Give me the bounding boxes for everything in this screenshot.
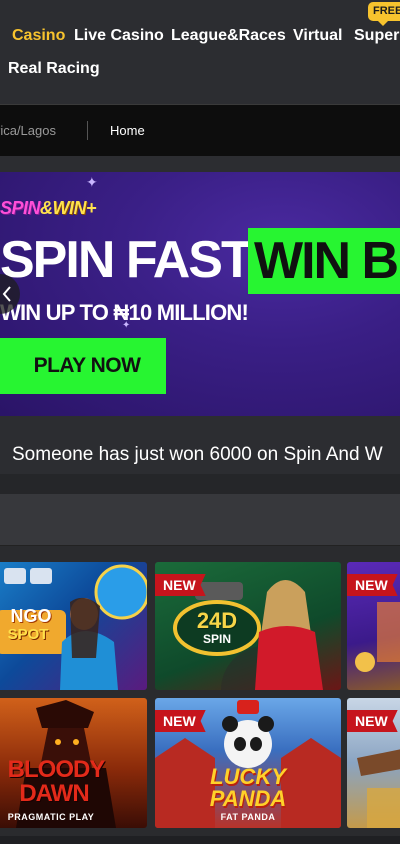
new-badge: NEW — [155, 710, 206, 732]
game-grid: NGO SPOT NEW 24D SPIN NEW BLOODY DAWN PR… — [0, 546, 400, 844]
nav-item-virtual[interactable]: Virtual — [293, 27, 343, 45]
nav-item-live-casino[interactable]: Live Casino — [74, 27, 164, 45]
banner-headline: SPIN FAST, — [0, 231, 259, 289]
new-badge: NEW — [347, 574, 398, 596]
free-badge: FREE — [368, 2, 400, 26]
game-tile[interactable]: NEW LUCKY PANDA FAT PANDA — [155, 698, 341, 828]
game-tile[interactable]: NEW 24D SPIN — [155, 562, 341, 690]
game-provider: PRAGMATIC PLAY — [7, 812, 95, 822]
game-title: PANDA — [209, 786, 287, 811]
nav-item-super[interactable]: Super — [354, 27, 399, 45]
nav-item-casino[interactable]: Casino — [12, 27, 65, 45]
breadcrumb: rica/Lagos Home — [0, 104, 400, 156]
banner-headline-highlight: WIN BI — [248, 228, 400, 294]
game-title: SPOT — [7, 626, 49, 643]
game-title: SPIN — [202, 632, 231, 646]
game-title: NGO — [10, 606, 52, 626]
banner-subline: WIN UP TO ₦10 MILLION! — [0, 300, 249, 325]
spacer — [0, 156, 400, 172]
new-badge: NEW — [155, 574, 206, 596]
game-tile[interactable]: NEW — [347, 698, 400, 828]
star-decoration-icon: ✦ — [86, 174, 98, 190]
divider — [0, 474, 400, 494]
promo-banner[interactable]: ✦ ✦ ✦ SPIN&WIN+ SPIN FAST, WIN BI WIN UP… — [0, 172, 400, 416]
game-title: DAWN — [19, 780, 89, 807]
section-header-bar — [0, 494, 400, 546]
nav-item-real-racing[interactable]: Real Racing — [8, 60, 100, 78]
play-now-button[interactable]: PLAY NOW — [0, 338, 166, 394]
game-tile[interactable]: NGO SPOT — [0, 562, 147, 690]
breadcrumb-divider — [87, 121, 88, 140]
game-tile[interactable]: NEW — [347, 562, 400, 690]
breadcrumb-region[interactable]: rica/Lagos — [0, 123, 56, 138]
game-tile[interactable]: BLOODY DAWN PRAGMATIC PLAY — [0, 698, 147, 828]
casino-page: Casino Live Casino League&Races Virtual … — [0, 0, 400, 844]
ticker-text: Someone has just won 6000 on Spin And W — [12, 444, 383, 465]
grid-next-row — [0, 836, 400, 844]
category-nav: Casino Live Casino League&Races Virtual … — [0, 0, 400, 104]
breadcrumb-home[interactable]: Home — [110, 123, 145, 138]
game-title: 24D — [196, 608, 238, 633]
spin-and-win-logo: SPIN&WIN+ — [0, 198, 97, 218]
nav-item-league-races[interactable]: League&Races — [171, 27, 286, 45]
game-provider: FAT PANDA — [220, 812, 276, 822]
chevron-left-icon — [2, 286, 11, 302]
new-badge: NEW — [347, 710, 398, 732]
